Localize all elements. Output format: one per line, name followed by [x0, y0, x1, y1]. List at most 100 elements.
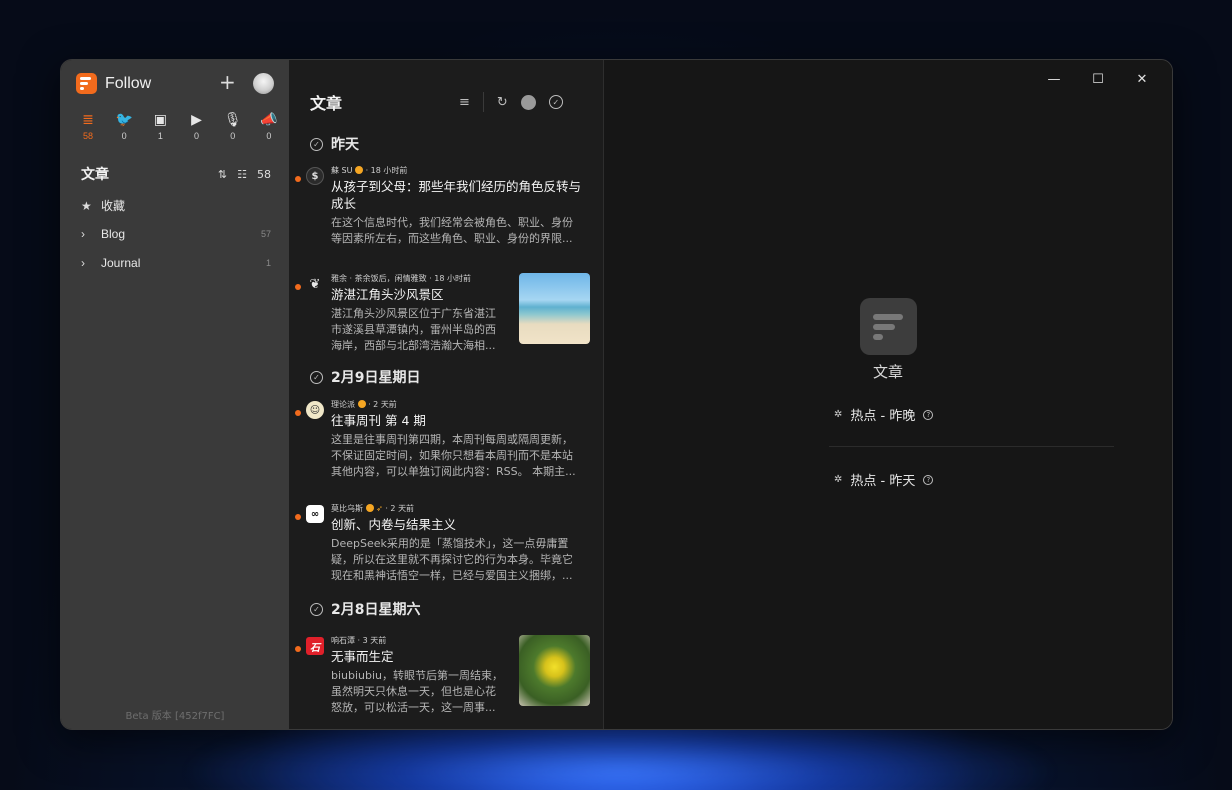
feed-avatar: 石: [306, 637, 324, 655]
feed-type-count: 0: [121, 131, 127, 141]
feed-type-articles[interactable]: ≣ 58: [76, 112, 100, 141]
feed-avatar: ❦: [309, 276, 321, 292]
check-circle-icon: ✓: [310, 370, 323, 384]
feed-type-audio[interactable]: 🎙 0: [221, 112, 245, 141]
sidebar-item-favorites[interactable]: ★ 收藏: [81, 197, 271, 214]
follow-logo-icon: [860, 298, 917, 355]
entry-desc-line: DeepSeek采用的是「蒸馏技术」，这一点毋庸置: [331, 537, 569, 550]
divider: [829, 446, 1114, 447]
day-label: 昨天: [331, 137, 359, 153]
check-circle-icon: ✓: [310, 137, 323, 151]
day-header[interactable]: ✓ 2月8日星期六: [310, 599, 420, 619]
unread-dot: [295, 514, 301, 520]
entry-description: 在这个信息时代，我们经常会被角色、职业、身份 等因素所左右，而这些角色、职业、身…: [331, 215, 591, 247]
entry-source: 响石潭: [331, 636, 355, 645]
feed-type-notifications[interactable]: 📣 0: [257, 112, 281, 141]
unread-toggle-icon[interactable]: [520, 94, 536, 110]
day-header[interactable]: ✓ 昨天: [310, 134, 359, 154]
feed-avatar: $: [306, 167, 324, 185]
sidebar-item-label: Blog: [101, 227, 126, 241]
verified-icon: [355, 166, 364, 174]
entry-description: DeepSeek采用的是「蒸馏技术」，这一点毋庸置 疑，所以在这里就不再探讨它的…: [331, 536, 593, 584]
picture-icon: ▣: [153, 112, 167, 128]
entry-title: 从孩子到父母：那些年我们经历的角色反转与 成长: [331, 178, 591, 212]
entry-thumbnail[interactable]: [519, 273, 590, 344]
entry-thumbnail[interactable]: [519, 635, 590, 706]
entry-source: 雅余 · 茶余饭后，闲情雅致: [331, 274, 427, 283]
hot-topic-item[interactable]: ✲ 热点 - 昨晚 ?: [834, 405, 934, 424]
feed-avatar: ☺: [306, 401, 324, 419]
add-feed-button[interactable]: +: [219, 72, 236, 92]
entry-item[interactable]: ❦ 雅余 · 茶余饭后，闲情雅致 · 18 小时前 游湛江角头沙风景区 湛江角头…: [289, 268, 599, 358]
sidebar-item-count: 1: [265, 258, 271, 268]
sidebar-item-journal[interactable]: › Journal 1: [81, 256, 271, 270]
entry-title: 创新、内卷与结果主义: [331, 517, 457, 532]
help-icon[interactable]: ?: [923, 474, 934, 485]
window-controls: — ☐ ✕: [1032, 66, 1164, 92]
toolbar-divider: [482, 92, 484, 112]
feed-type-count: 58: [82, 131, 93, 141]
feed-type-bar: ≣ 58 🐦 0 ▣ 1 ▶ 0 🎙 0 📣 0: [76, 112, 281, 141]
sidebar-section-title: 文章: [81, 167, 109, 183]
minimize-icon[interactable]: —: [1032, 66, 1076, 92]
feed-type-count: 1: [157, 131, 163, 141]
refresh-icon[interactable]: ↻: [497, 95, 508, 110]
entry-desc-line: 湛江角头沙风景区位于广东省湛江: [331, 307, 496, 320]
entry-item[interactable]: ∞ 莫比乌斯 ➶ · 2 天前 创新、内卷与结果主义 DeepSeek采用的是「…: [289, 498, 599, 588]
sidebar-item-blog[interactable]: › Blog 57: [81, 227, 271, 241]
app-window: Follow + ≣ 58 🐦 0 ▣ 1 ▶ 0 🎙 0 📣 0 文章 ⇅ ☷…: [60, 59, 1173, 730]
feed-type-pictures[interactable]: ▣ 1: [148, 112, 172, 141]
verified-icon: [365, 504, 374, 512]
mark-all-read-icon[interactable]: ✓: [548, 95, 563, 109]
entry-item[interactable]: ☺ 理论派 · 2 天前 往事周刊 第 4 期 这里是往事周刊第四期，本周刊每周…: [289, 394, 599, 484]
sidebar-section-header: 文章 ⇅ ☷ 58: [81, 164, 271, 184]
feed-type-count: 0: [266, 131, 272, 141]
entry-desc-line: 这里是往事周刊第四期，本周刊每周或隔周更新，: [331, 433, 573, 446]
feed-type-count: 0: [230, 131, 236, 141]
entry-desc-line: 虽然明天只休息一天，但也是心花: [331, 685, 496, 698]
entry-title-line: 成长: [331, 196, 357, 211]
feed-type-social[interactable]: 🐦 0: [112, 112, 136, 141]
unread-dot: [295, 646, 301, 652]
entry-source: 蘇 SU: [331, 166, 353, 175]
hot-topic-item[interactable]: ✲ 热点 - 昨天 ?: [834, 470, 934, 489]
entry-time: · 3 天前: [357, 636, 387, 645]
entry-title: 游湛江角头沙风景区: [331, 287, 444, 302]
rocket-icon: ➶: [376, 504, 383, 513]
entry-meta: 理论派 · 2 天前: [331, 399, 397, 410]
verified-icon: [357, 400, 366, 408]
help-icon[interactable]: ?: [923, 409, 934, 420]
empty-state-title: 文章: [872, 363, 903, 381]
entry-desc-line: 海岸，西部与北部湾浩瀚大海相...: [331, 339, 496, 352]
feed-type-videos[interactable]: ▶ 0: [185, 112, 209, 141]
chevron-right-icon: ›: [81, 256, 85, 270]
entry-description: 湛江角头沙风景区位于广东省湛江 市遂溪县草潭镇内，雷州半岛的西 海岸，西部与北部…: [331, 306, 516, 354]
entry-desc-line: 等因素所左右，而这些角色、职业、身份的界限...: [331, 232, 573, 245]
filter-lines-icon[interactable]: ≡: [459, 95, 470, 110]
sidebar-item-label: Journal: [101, 256, 141, 270]
sidebar-item-count: 57: [260, 229, 271, 239]
entry-title: 无事而生定: [331, 649, 394, 664]
entry-item[interactable]: 石 响石潭 · 3 天前 无事而生定 biubiubiu，转眼节后第一周结束， …: [289, 630, 599, 720]
entry-meta: 雅余 · 茶余饭后，闲情雅致 · 18 小时前: [331, 273, 471, 284]
entry-desc-line: 在这个信息时代，我们经常会被角色、职业、身份: [331, 216, 573, 229]
maximize-icon[interactable]: ☐: [1076, 66, 1120, 92]
entry-item[interactable]: $ 蘇 SU · 18 小时前 从孩子到父母：那些年我们经历的角色反转与 成长 …: [289, 160, 599, 248]
entry-time: · 18 小时前: [365, 166, 408, 175]
twitter-icon: 🐦: [115, 112, 133, 128]
close-icon[interactable]: ✕: [1120, 66, 1164, 92]
sparkle-icon: ✲: [834, 409, 843, 420]
entry-desc-line: 其他内容，可以单独订阅此内容：RSS。 本期主...: [331, 465, 576, 478]
feed-avatar: ∞: [306, 505, 324, 523]
list-view-icon[interactable]: ☷: [237, 168, 247, 181]
microphone-icon: 🎙: [223, 112, 242, 128]
day-header[interactable]: ✓ 2月9日星期日: [310, 367, 420, 387]
entry-description: biubiubiu，转眼节后第一周结束， 虽然明天只休息一天，但也是心花 怒放，…: [331, 668, 516, 716]
sort-icon[interactable]: ⇅: [218, 168, 227, 181]
star-icon: ★: [81, 198, 92, 213]
entry-meta: 莫比乌斯 ➶ · 2 天前: [331, 503, 414, 514]
day-label: 2月8日星期六: [331, 602, 421, 618]
entry-desc-line: biubiubiu，转眼节后第一周结束，: [331, 669, 504, 682]
hot-topic-label: 热点 - 昨晚: [850, 409, 916, 424]
user-avatar[interactable]: [253, 73, 274, 94]
